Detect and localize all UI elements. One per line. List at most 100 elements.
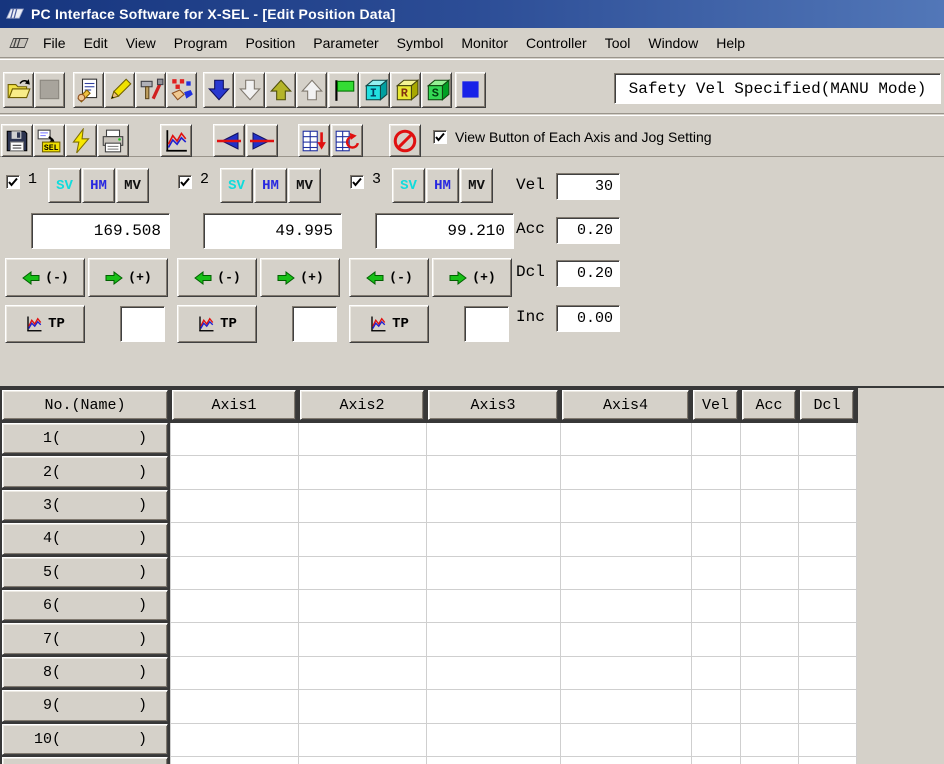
row-header[interactable]: 7() xyxy=(2,623,168,654)
symbol-cube-button[interactable]: S xyxy=(421,72,452,108)
symbol-edit-button[interactable] xyxy=(166,72,197,108)
vel-input[interactable]: 30 xyxy=(556,173,620,200)
print-button[interactable] xyxy=(97,124,129,157)
axis3-teach-button[interactable]: TP xyxy=(349,305,429,343)
menu-item-view[interactable]: View xyxy=(117,29,165,57)
step-up-button[interactable] xyxy=(265,72,296,108)
table-reload-icon xyxy=(334,128,360,154)
axis1-home-button[interactable]: HM xyxy=(82,168,115,203)
axis2-home-button[interactable]: HM xyxy=(254,168,287,203)
row-header[interactable]: 9() xyxy=(2,690,168,721)
row-cells[interactable] xyxy=(170,757,857,764)
row-header-slot: 6() xyxy=(0,590,170,623)
row-header[interactable]: 8() xyxy=(2,657,168,688)
acc-input[interactable]: 0.20 xyxy=(556,217,620,244)
view-axis-jog-checkbox[interactable] xyxy=(433,130,447,144)
row-header[interactable]: 10() xyxy=(2,724,168,755)
row-cells[interactable] xyxy=(170,657,857,690)
svg-text:I: I xyxy=(369,87,376,101)
inc-input[interactable]: 0.00 xyxy=(556,305,620,332)
child-window-icon[interactable] xyxy=(8,34,30,52)
axis3-jog-plus-button[interactable]: (+) xyxy=(432,258,512,297)
jog-plus-label: (+) xyxy=(472,270,495,285)
axis1-teach-button[interactable]: TP xyxy=(5,305,85,343)
hand-symbol-icon xyxy=(169,77,195,103)
load-position-button[interactable] xyxy=(298,124,330,157)
row-header[interactable]: 5() xyxy=(2,557,168,588)
row-cells[interactable] xyxy=(170,456,857,489)
transfer-to-sel-button[interactable]: SEL xyxy=(33,124,65,157)
register-button[interactable]: R xyxy=(390,72,421,108)
row-cells[interactable] xyxy=(170,490,857,523)
menu-item-file[interactable]: File xyxy=(34,29,75,57)
dcl-input[interactable]: 0.20 xyxy=(556,260,620,287)
axis1-jog-minus-button[interactable]: (-) xyxy=(5,258,85,297)
edit-program-button[interactable] xyxy=(73,72,104,108)
axis2-jog-minus-button[interactable]: (-) xyxy=(177,258,257,297)
edit-symbol-button[interactable] xyxy=(104,72,135,108)
row-cells[interactable] xyxy=(170,690,857,723)
row-header[interactable]: 6() xyxy=(2,590,168,621)
menu-item-parameter[interactable]: Parameter xyxy=(304,29,387,57)
step-down-alt-button[interactable] xyxy=(234,72,265,108)
step-up-alt-button[interactable] xyxy=(296,72,327,108)
row-name-close: ) xyxy=(138,464,147,481)
menu-item-window[interactable]: Window xyxy=(639,29,707,57)
axis2-servo-button[interactable]: SV xyxy=(220,168,253,203)
row-cells[interactable] xyxy=(170,423,857,456)
axis1-jog-inc-input[interactable] xyxy=(120,306,165,342)
hm-label: HM xyxy=(262,178,279,194)
row-cells[interactable] xyxy=(170,724,857,757)
tools-button[interactable] xyxy=(135,72,166,108)
inc-label: Inc xyxy=(516,308,554,326)
axis1-move-button[interactable]: MV xyxy=(116,168,149,203)
row-number: 2( xyxy=(3,464,61,481)
prev-axis-group-button[interactable] xyxy=(213,124,245,157)
menu-item-tool[interactable]: Tool xyxy=(596,29,640,57)
menu-item-program[interactable]: Program xyxy=(165,29,237,57)
save-button[interactable] xyxy=(1,124,33,157)
row-header[interactable]: 1() xyxy=(2,423,168,454)
axis2-jog-plus-button[interactable]: (+) xyxy=(260,258,340,297)
axis2-jog-inc-input[interactable] xyxy=(292,306,337,342)
row-header[interactable]: 3() xyxy=(2,490,168,521)
menu-item-symbol[interactable]: Symbol xyxy=(388,29,453,57)
axis2-teach-button[interactable]: TP xyxy=(177,305,257,343)
menu-item-edit[interactable]: Edit xyxy=(75,29,117,57)
menu-item-controller[interactable]: Controller xyxy=(517,29,596,57)
next-axis-group-button[interactable] xyxy=(246,124,278,157)
row-cells[interactable] xyxy=(170,590,857,623)
cancel-operation-button[interactable] xyxy=(389,124,421,157)
flag-button[interactable] xyxy=(328,72,359,108)
row-header[interactable]: 4() xyxy=(2,523,168,554)
row-cells[interactable] xyxy=(170,623,857,656)
stop-button[interactable] xyxy=(455,72,486,108)
axis3-jog-minus-button[interactable]: (-) xyxy=(349,258,429,297)
axis2-enable-checkbox[interactable] xyxy=(178,175,192,189)
reload-position-button[interactable] xyxy=(331,124,363,157)
axis3-servo-button[interactable]: SV xyxy=(392,168,425,203)
row-cells[interactable] xyxy=(170,523,857,556)
graph-monitor-button[interactable] xyxy=(160,124,192,157)
menu-item-position[interactable]: Position xyxy=(236,29,304,57)
green-right-arrow-icon xyxy=(448,270,468,286)
step-down-button[interactable] xyxy=(203,72,234,108)
row-name-close: ) xyxy=(138,597,147,614)
row-header[interactable] xyxy=(2,757,168,764)
row-cells[interactable] xyxy=(170,557,857,590)
axis1-servo-button[interactable]: SV xyxy=(48,168,81,203)
row-header[interactable]: 2() xyxy=(2,456,168,487)
axis3-position-display: 99.210 xyxy=(375,213,514,249)
axis1-enable-checkbox[interactable] xyxy=(6,175,20,189)
axis3-home-button[interactable]: HM xyxy=(426,168,459,203)
axis3-jog-inc-input[interactable] xyxy=(464,306,509,342)
axis3-enable-checkbox[interactable] xyxy=(350,175,364,189)
input-port-button[interactable]: I xyxy=(359,72,390,108)
axis2-move-button[interactable]: MV xyxy=(288,168,321,203)
flash-write-button[interactable] xyxy=(65,124,97,157)
menu-item-monitor[interactable]: Monitor xyxy=(452,29,517,57)
open-button[interactable] xyxy=(3,72,34,108)
axis3-move-button[interactable]: MV xyxy=(460,168,493,203)
axis1-jog-plus-button[interactable]: (+) xyxy=(88,258,168,297)
menu-item-help[interactable]: Help xyxy=(707,29,754,57)
